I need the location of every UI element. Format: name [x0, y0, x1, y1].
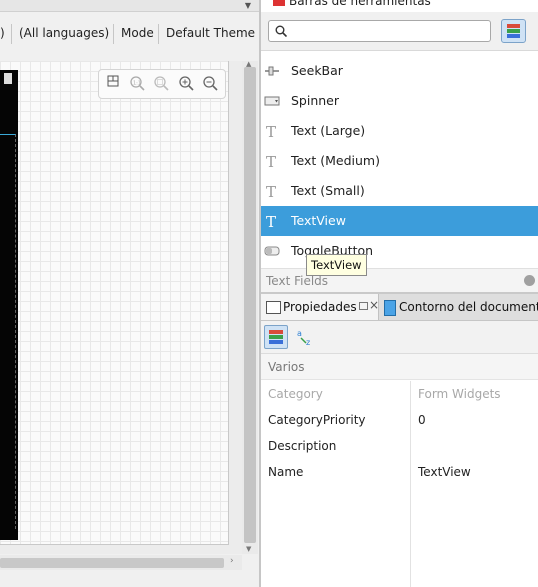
palette-item-label: TextView [291, 213, 346, 228]
toolbar-separator [158, 24, 159, 44]
palette-item-togglebutton[interactable]: ToggleButton [261, 236, 538, 266]
layout-editor: ▼ ) (All languages) Mode Default Theme 1… [0, 0, 259, 587]
toolbar-separator [113, 24, 114, 44]
property-group-header[interactable]: Varios [261, 354, 538, 380]
palette-search-row [261, 12, 538, 51]
zoom-in-icon[interactable] [177, 75, 195, 93]
tab-properties[interactable]: Propiedades × [261, 294, 379, 320]
sort-az-button[interactable]: az [296, 327, 316, 347]
properties-icon [266, 301, 281, 314]
scroll-down-icon[interactable]: ▼ [246, 545, 251, 553]
zoom-real-size-icon[interactable]: 1:1 [128, 75, 146, 93]
categories-icon [269, 330, 283, 344]
palette-item-text-small[interactable]: T Text (Small) [261, 176, 538, 206]
horizontal-scrollbar[interactable]: › [0, 555, 242, 570]
property-value[interactable]: TextView [418, 459, 471, 485]
palette-view-toggle-button[interactable] [501, 19, 526, 43]
text-icon: T [266, 213, 276, 229]
zoom-out-icon[interactable] [201, 75, 219, 93]
palette-item-text-medium[interactable]: T Text (Medium) [261, 146, 538, 176]
tooltip: TextView [306, 254, 367, 276]
seekbar-icon [265, 66, 279, 76]
palette-section-text-fields[interactable]: Text Fields [261, 268, 538, 292]
svg-text:T: T [266, 183, 276, 199]
toggle-icon [264, 246, 280, 256]
minimize-icon[interactable] [359, 302, 368, 310]
palette-title: Barras de herramientas [273, 0, 431, 8]
device-status-icon [4, 73, 12, 84]
spinner-icon [264, 96, 280, 106]
toolbar-category-icon [273, 0, 285, 6]
close-icon[interactable]: × [369, 298, 379, 312]
svg-text:a: a [297, 329, 302, 338]
property-row-name[interactable]: Name TextView [261, 459, 538, 485]
device-preview[interactable] [0, 70, 18, 540]
property-row-description[interactable]: Description [261, 433, 538, 459]
property-value[interactable]: 0 [418, 407, 426, 433]
svg-text:1:1: 1:1 [133, 81, 141, 87]
svg-text:z: z [306, 338, 310, 347]
palette-item-label: Spinner [291, 93, 340, 108]
text-icon: T [266, 183, 276, 199]
scrollbar-thumb[interactable] [0, 558, 224, 568]
palette-title-text: Barras de herramientas [289, 0, 431, 8]
svg-text:T: T [266, 123, 276, 139]
properties-toolbar: az [261, 321, 538, 354]
property-row-category[interactable]: Category Form Widgets [261, 381, 538, 407]
device-screen-bounds [0, 134, 16, 529]
toolbar-fragment-label[interactable]: ) [0, 26, 5, 40]
zoom-emulate-icon[interactable] [104, 75, 122, 93]
palette-item-label: Text (Large) [291, 123, 366, 138]
zoom-controls: 1:1 [98, 69, 226, 99]
property-name: Category [268, 387, 323, 401]
vertical-scrollbar[interactable]: ▲ ▼ [242, 60, 258, 554]
section-label: Text Fields [266, 274, 329, 288]
palette-panel: Barras de herramientas SeekBar Spinner T… [261, 0, 538, 296]
canvas-area: 1:1 [0, 61, 242, 554]
show-categories-button[interactable] [264, 325, 288, 349]
svg-text:T: T [266, 213, 276, 229]
property-name: Name [268, 465, 304, 479]
tab-label: Contorno del documento [399, 300, 538, 314]
properties-tab-bar: Propiedades × Contorno del documento [261, 294, 538, 321]
zoom-fit-icon[interactable] [152, 75, 170, 93]
scroll-right-icon[interactable]: › [230, 556, 234, 566]
property-row-category-priority[interactable]: CategoryPriority 0 [261, 407, 538, 433]
palette-item-label: SeekBar [291, 63, 343, 78]
search-icon [275, 25, 287, 37]
tab-document-outline[interactable]: Contorno del documento [380, 294, 538, 320]
scrollbar-thumb[interactable] [244, 67, 256, 543]
property-value: Form Widgets [418, 387, 501, 401]
list-view-icon [507, 24, 520, 38]
property-name: CategoryPriority [268, 413, 366, 427]
palette-item-list: SeekBar Spinner T Text (Large) T Text (M… [261, 56, 538, 266]
property-table: Category Form Widgets CategoryPriority 0… [261, 381, 538, 485]
outline-icon [384, 300, 396, 316]
language-dropdown[interactable]: (All languages) [19, 26, 109, 40]
editor-config-toolbar: ) (All languages) Mode Default Theme [0, 20, 259, 48]
layout-canvas[interactable]: 1:1 [0, 61, 229, 545]
text-icon: T [266, 123, 276, 139]
chevron-down-icon[interactable]: ▼ [245, 1, 251, 10]
palette-item-text-large[interactable]: T Text (Large) [261, 116, 538, 146]
text-icon: T [266, 153, 276, 169]
collapse-icon[interactable] [524, 275, 535, 286]
sort-alpha-icon: az [297, 329, 310, 347]
mode-dropdown[interactable]: Mode [121, 26, 154, 40]
tab-label: Propiedades [283, 300, 357, 314]
properties-panel: Propiedades × Contorno del documento az … [261, 294, 538, 587]
palette-item-seekbar[interactable]: SeekBar [261, 56, 538, 86]
svg-text:T: T [266, 153, 276, 169]
palette-search-input[interactable] [268, 20, 491, 42]
palette-item-spinner[interactable]: Spinner [261, 86, 538, 116]
property-name: Description [268, 439, 337, 453]
palette-item-textview[interactable]: T TextView [261, 206, 538, 236]
palette-item-label: Text (Medium) [291, 153, 380, 168]
palette-item-label: Text (Small) [291, 183, 365, 198]
toolbar-separator [11, 24, 12, 44]
theme-dropdown[interactable]: Default Theme [166, 26, 255, 40]
editor-tab-strip: ▼ [0, 0, 259, 12]
